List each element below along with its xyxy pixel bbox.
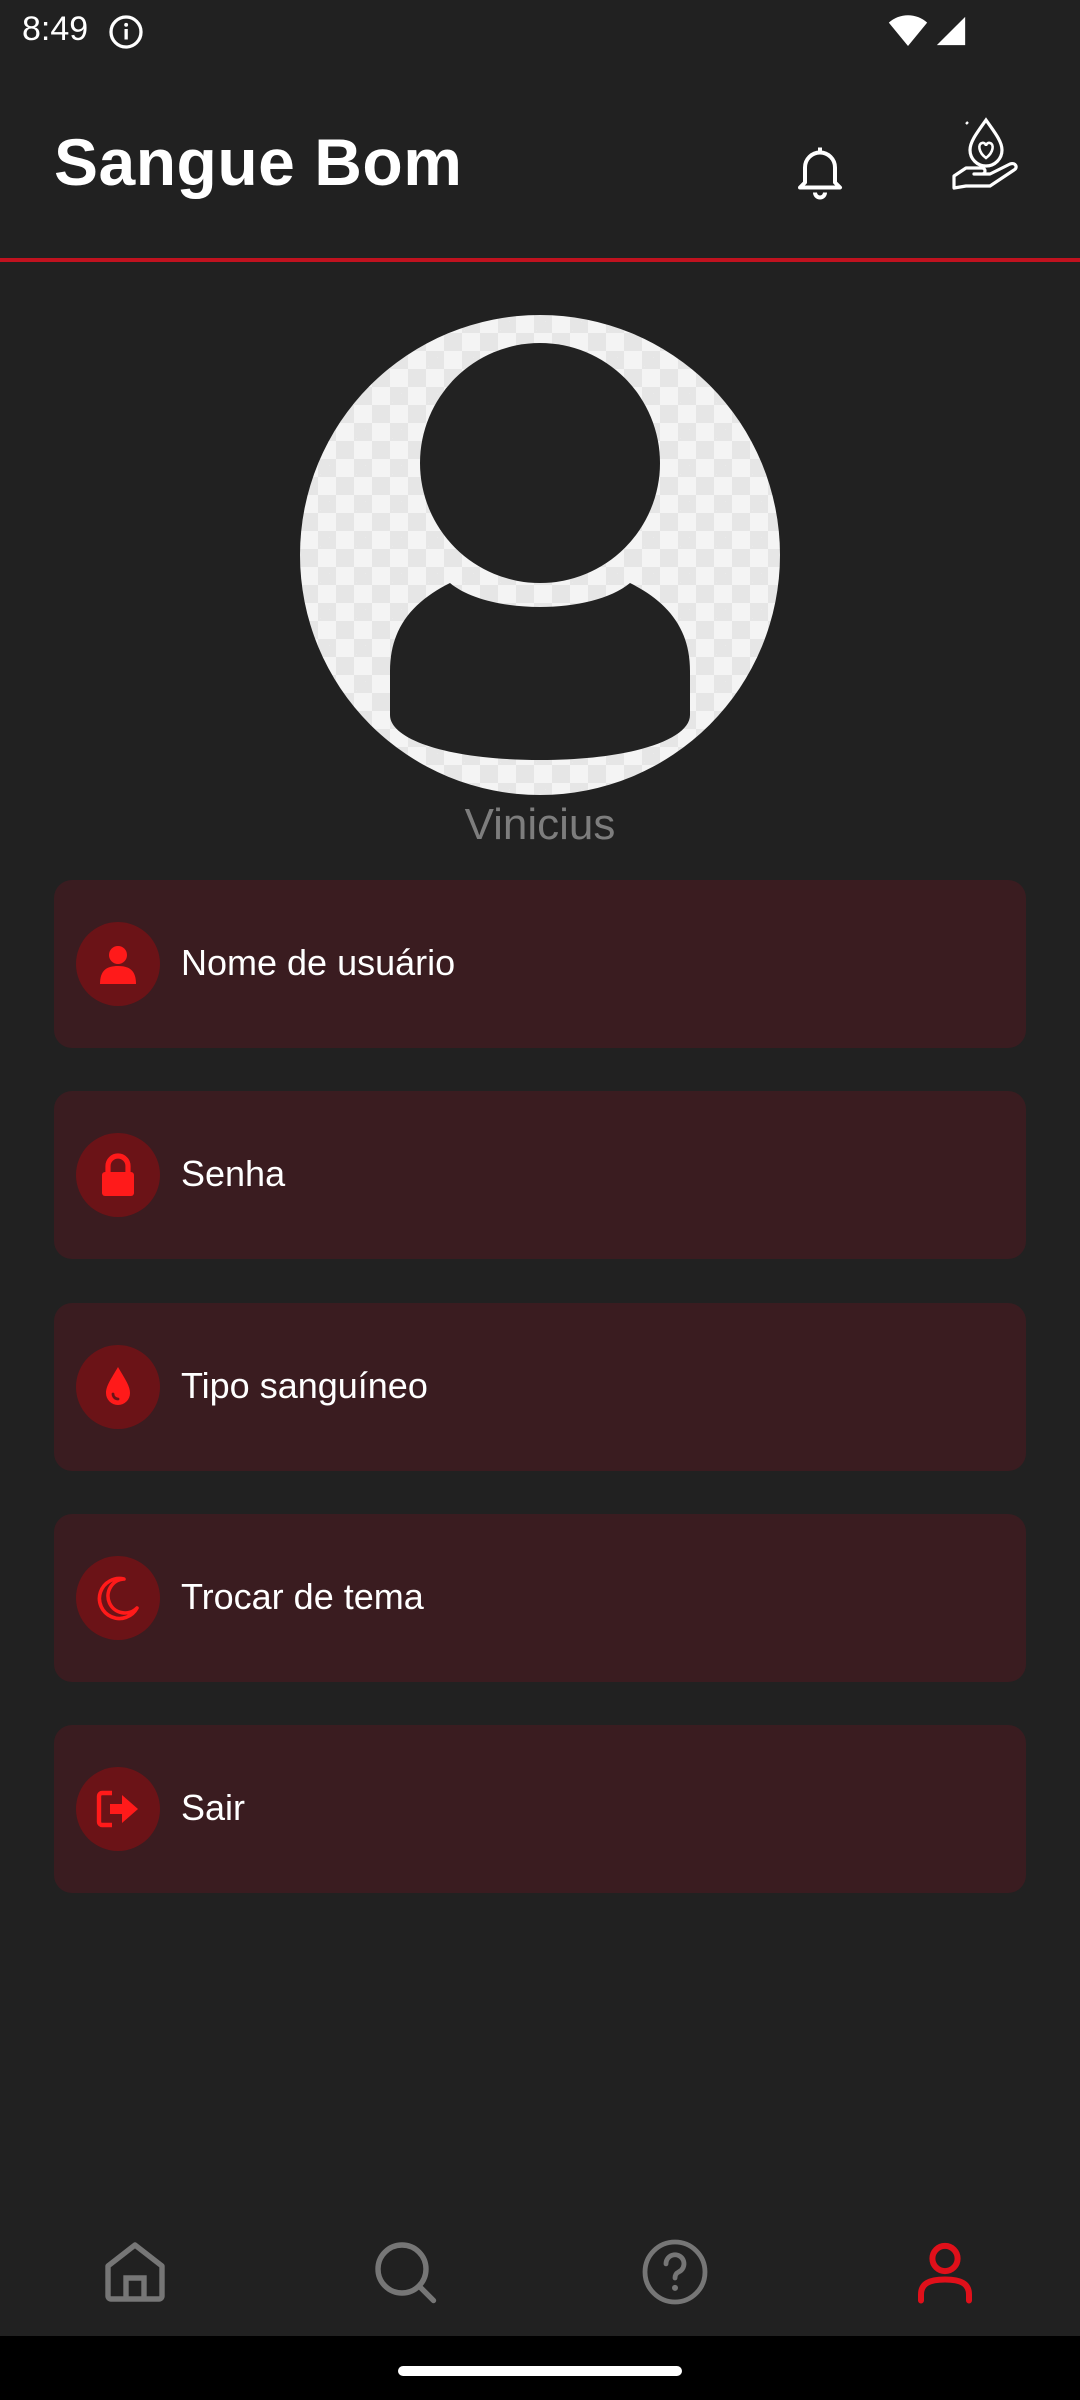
person-icon: [100, 946, 136, 984]
avatar-person-icon: [390, 343, 690, 760]
menu-item-label: Sair: [181, 1787, 246, 1828]
menu-item-label: Trocar de tema: [181, 1576, 424, 1617]
user-name: Vinicius: [464, 800, 616, 849]
menu-item-label: Senha: [181, 1153, 286, 1194]
bell-icon[interactable]: [790, 140, 850, 200]
help-icon: [642, 2239, 708, 2305]
wifi-icon: [888, 15, 928, 46]
menu-icon-circle: [76, 1345, 160, 1429]
menu-icon-circle: [76, 1133, 160, 1217]
gesture-handle[interactable]: [398, 2366, 682, 2376]
menu-icon-circle: [76, 1556, 160, 1640]
bottom-nav: [0, 2196, 1080, 2336]
menu-item-change-theme[interactable]: Trocar de tema: [54, 1514, 1026, 1682]
menu-item-label: Nome de usuário: [181, 942, 456, 983]
profile-screen: 8:49 Sangue Bom Vinicius Nome de usuário…: [0, 0, 1080, 2400]
nav-search[interactable]: [365, 2232, 445, 2312]
system-gesture-area: [0, 2336, 1080, 2400]
menu-item-blood-type[interactable]: Tipo sanguíneo: [54, 1303, 1026, 1471]
blood-drop-icon: [106, 1367, 130, 1405]
nav-home[interactable]: [95, 2232, 175, 2312]
logout-icon: [96, 1790, 138, 1828]
info-icon: [109, 15, 143, 49]
blood-donation-icon[interactable]: [950, 116, 1022, 196]
status-bar: 8:49: [0, 0, 1080, 64]
lock-icon: [102, 1153, 134, 1196]
menu-icon-circle: [76, 922, 160, 1006]
app-bar: Sangue Bom: [0, 64, 1080, 260]
moon-icon: [97, 1576, 139, 1621]
profile-icon: [918, 2242, 972, 2304]
menu-icon-circle: [76, 1767, 160, 1851]
menu-item-logout[interactable]: Sair: [54, 1725, 1026, 1893]
app-bar-divider: [0, 258, 1080, 262]
menu-item-password[interactable]: Senha: [54, 1091, 1026, 1259]
avatar[interactable]: [300, 315, 780, 795]
nav-profile[interactable]: [905, 2232, 985, 2312]
signal-icon: [936, 16, 966, 46]
home-icon: [105, 2242, 165, 2302]
nav-help[interactable]: [635, 2232, 715, 2312]
search-icon: [375, 2242, 437, 2304]
menu-item-username[interactable]: Nome de usuário: [54, 880, 1026, 1048]
menu-item-label: Tipo sanguíneo: [181, 1365, 428, 1406]
status-time: 8:49: [22, 10, 89, 48]
app-title: Sangue Bom: [54, 125, 463, 199]
